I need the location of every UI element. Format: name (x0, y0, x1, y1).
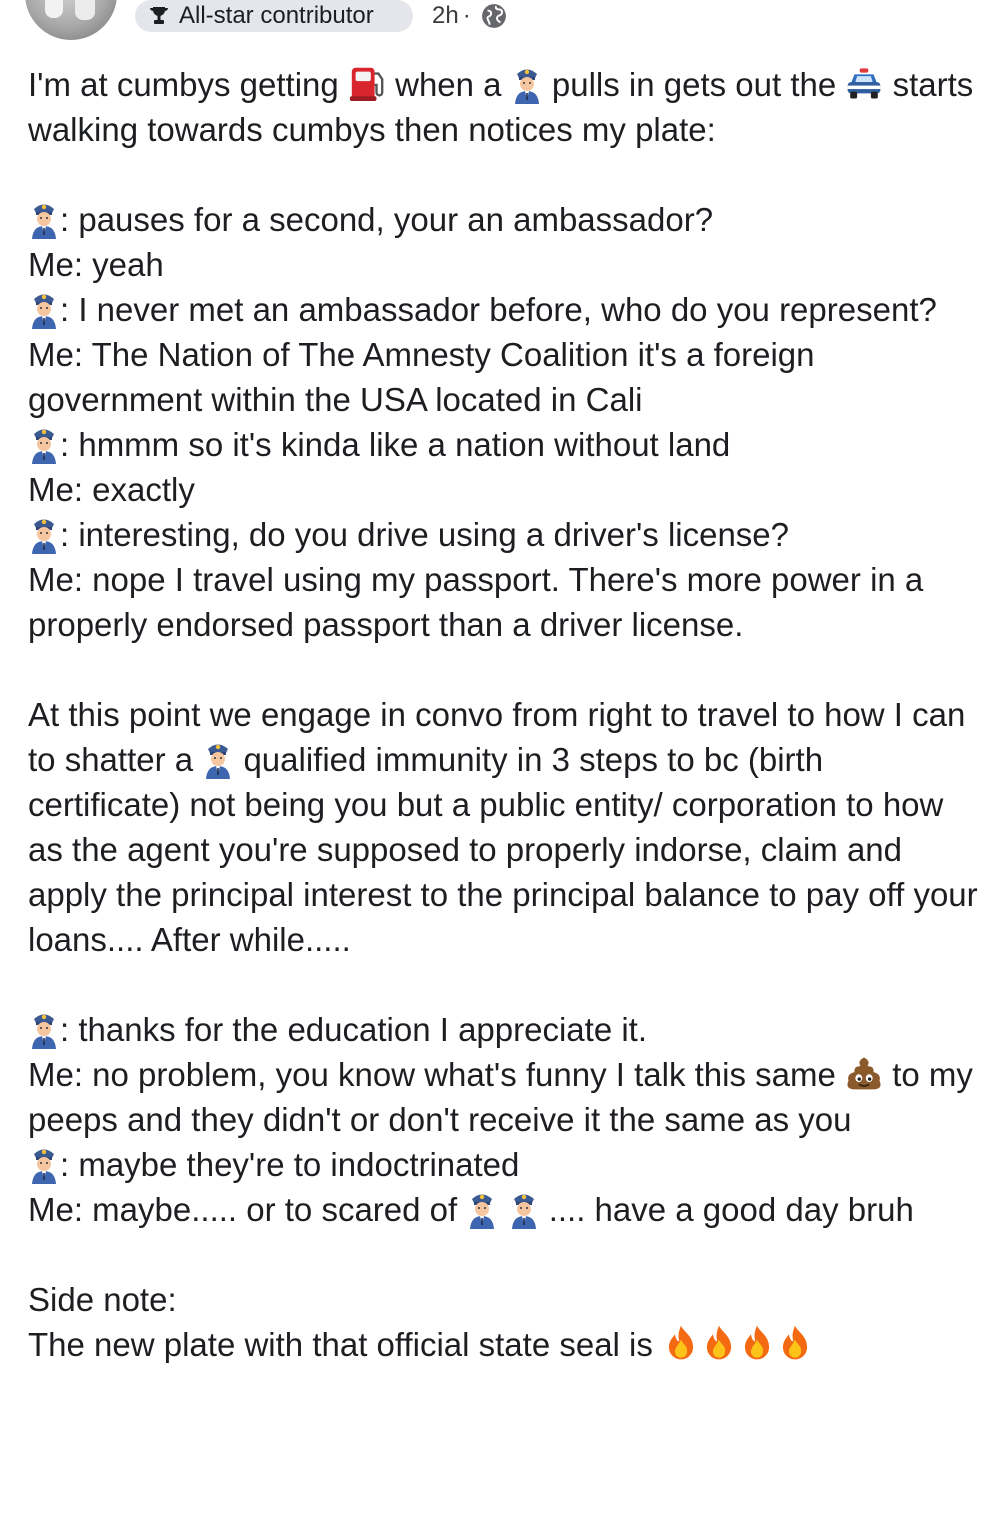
post-text: pulls in gets out the (551, 66, 837, 103)
police-officer-icon (28, 1009, 60, 1049)
dialogue-line: Me: maybe..... or to scared of .... have… (28, 1189, 914, 1229)
dialogue-line: : hmmm so it's kinda like a nation witho… (28, 422, 983, 467)
plate-line: The new plate with that official state s… (28, 1322, 983, 1367)
post-paragraph: At this point we engage in convo from ri… (28, 696, 978, 958)
pile-of-poo-icon (845, 1054, 883, 1092)
fuel-pump-icon (348, 64, 386, 102)
trophy-icon (150, 7, 168, 24)
dialogue-line: Me: The Nation of The Amnesty Coalition … (28, 336, 815, 418)
dialogue-line: : interesting, do you drive using a driv… (28, 512, 983, 557)
fire-icon (700, 1324, 738, 1362)
police-officer-icon (511, 64, 543, 104)
dialogue-line: : pauses for a second, your an ambassado… (28, 197, 983, 242)
police-officer-icon (28, 199, 60, 239)
fire-icon (662, 1324, 700, 1362)
dialogue-line: Me: no problem, you know what's funny I … (28, 1054, 973, 1138)
post-header: All-star contributor 2h · (0, 0, 1007, 50)
fire-icon (776, 1324, 814, 1362)
globe-icon[interactable] (481, 3, 507, 29)
police-car-icon (845, 64, 883, 102)
dialogue-line: : I never met an ambassador before, who … (28, 287, 983, 332)
post-paragraph: I'm at cumbys getting when a pulls in ge… (28, 62, 983, 152)
fire-icon (738, 1324, 776, 1362)
police-officer-icon (28, 514, 60, 554)
dialogue-line: Me: nope I travel using my passport. The… (28, 561, 924, 643)
dialogue-line: Me: exactly (28, 471, 195, 508)
meta-separator: · (462, 2, 471, 29)
police-officer-icon (466, 1189, 498, 1229)
avatar[interactable] (25, 0, 117, 40)
police-officer-icon (28, 424, 60, 464)
police-officer-icon (28, 289, 60, 329)
police-officer-icon (202, 739, 234, 779)
dialogue-line: : thanks for the education I appreciate … (28, 1007, 983, 1052)
post-body: I'm at cumbys getting when a pulls in ge… (28, 62, 983, 1367)
post-time[interactable]: 2h (432, 2, 459, 30)
post-text: I'm at cumbys getting (28, 66, 339, 103)
post-text: when a (395, 66, 502, 103)
dialogue-line: Me: yeah (28, 246, 164, 283)
post-meta: 2h · (432, 0, 507, 32)
side-note-label: Side note: (28, 1281, 177, 1318)
dialogue-line: : maybe they're to indoctrinated (28, 1142, 983, 1187)
badge-label: All-star contributor (179, 2, 374, 29)
contributor-badge[interactable]: All-star contributor (135, 0, 413, 32)
police-officer-icon (508, 1189, 540, 1229)
police-officer-icon (28, 1144, 60, 1184)
